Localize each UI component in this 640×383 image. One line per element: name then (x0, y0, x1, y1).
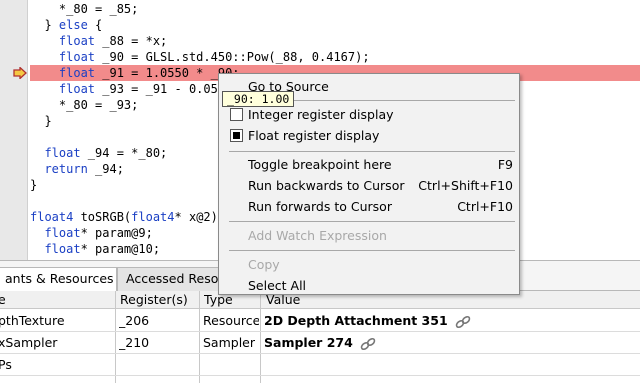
menu-item-toggle-breakpoint[interactable]: Toggle breakpoint here F9 (219, 154, 519, 175)
column-header-registers[interactable]: Register(s) (120, 291, 198, 309)
menu-item-float-register-display[interactable]: Float register display (219, 125, 519, 146)
code-line[interactable]: float _90 = GLSL.std.450::Pow(_88, 0.416… (30, 49, 640, 65)
resources-table: e Register(s) Type Value pthTexture _206… (0, 291, 640, 383)
resource-type: Resource (203, 313, 259, 328)
resource-name: xSampler (0, 335, 58, 350)
column-header-name[interactable]: e (0, 291, 112, 309)
menu-separator (229, 221, 515, 222)
resource-register: _206 (119, 313, 150, 328)
tab-constants-resources[interactable]: ants & Resources (0, 267, 117, 292)
menu-item-shortcut: Ctrl+Shift+F10 (418, 178, 513, 193)
resource-type: Sampler (203, 335, 256, 350)
resource-name: pthTexture (0, 313, 65, 328)
menu-item-run-backwards[interactable]: Run backwards to Cursor Ctrl+Shift+F10 (219, 175, 519, 196)
code-line[interactable]: *_80 = _85; (30, 1, 640, 17)
menu-item-run-forwards[interactable]: Run forwards to Cursor Ctrl+F10 (219, 196, 519, 217)
menu-item-label: Float register display (248, 128, 380, 143)
menu-item-label: Run forwards to Cursor (248, 199, 392, 214)
resource-register: _210 (119, 335, 150, 350)
menu-item-integer-register-display[interactable]: Integer register display (219, 104, 519, 125)
resource-value-text[interactable]: Sampler 274 (264, 335, 353, 350)
menu-separator (229, 250, 515, 251)
float-register-checkbox[interactable] (230, 129, 243, 142)
menu-item-shortcut: F9 (497, 157, 513, 172)
link-icon[interactable] (455, 315, 471, 329)
menu-item-label: Integer register display (248, 107, 394, 122)
menu-item-label: Select All (248, 278, 307, 293)
resource-value[interactable]: 2D Depth Attachment 351 (264, 310, 634, 332)
current-instruction-arrow-icon (13, 67, 27, 79)
resource-value-text[interactable]: 2D Depth Attachment 351 (264, 313, 448, 328)
menu-item-label: Copy (248, 257, 280, 272)
menu-item-label: Run backwards to Cursor (248, 178, 405, 193)
variable-value-tooltip: _90: 1.00 (222, 91, 295, 107)
menu-separator (229, 151, 515, 152)
menu-item-copy[interactable]: Copy (219, 254, 519, 275)
menu-item-add-watch-expression[interactable]: Add Watch Expression (219, 225, 519, 246)
resource-value[interactable]: Sampler 274 (264, 332, 634, 354)
editor-gutter[interactable] (0, 0, 28, 260)
code-line[interactable]: float _88 = *x; (30, 33, 640, 49)
menu-item-label: Toggle breakpoint here (248, 157, 392, 172)
tab-accessed-resources[interactable]: Accessed Resou (117, 267, 221, 291)
integer-register-checkbox[interactable] (230, 108, 243, 121)
link-icon[interactable] (360, 337, 376, 351)
menu-item-select-all[interactable]: Select All (219, 275, 519, 296)
menu-item-shortcut: Ctrl+F10 (457, 199, 513, 214)
code-line[interactable]: } else { (30, 17, 640, 33)
resource-name: Ps (0, 357, 12, 372)
menu-item-label: Add Watch Expression (248, 228, 387, 243)
